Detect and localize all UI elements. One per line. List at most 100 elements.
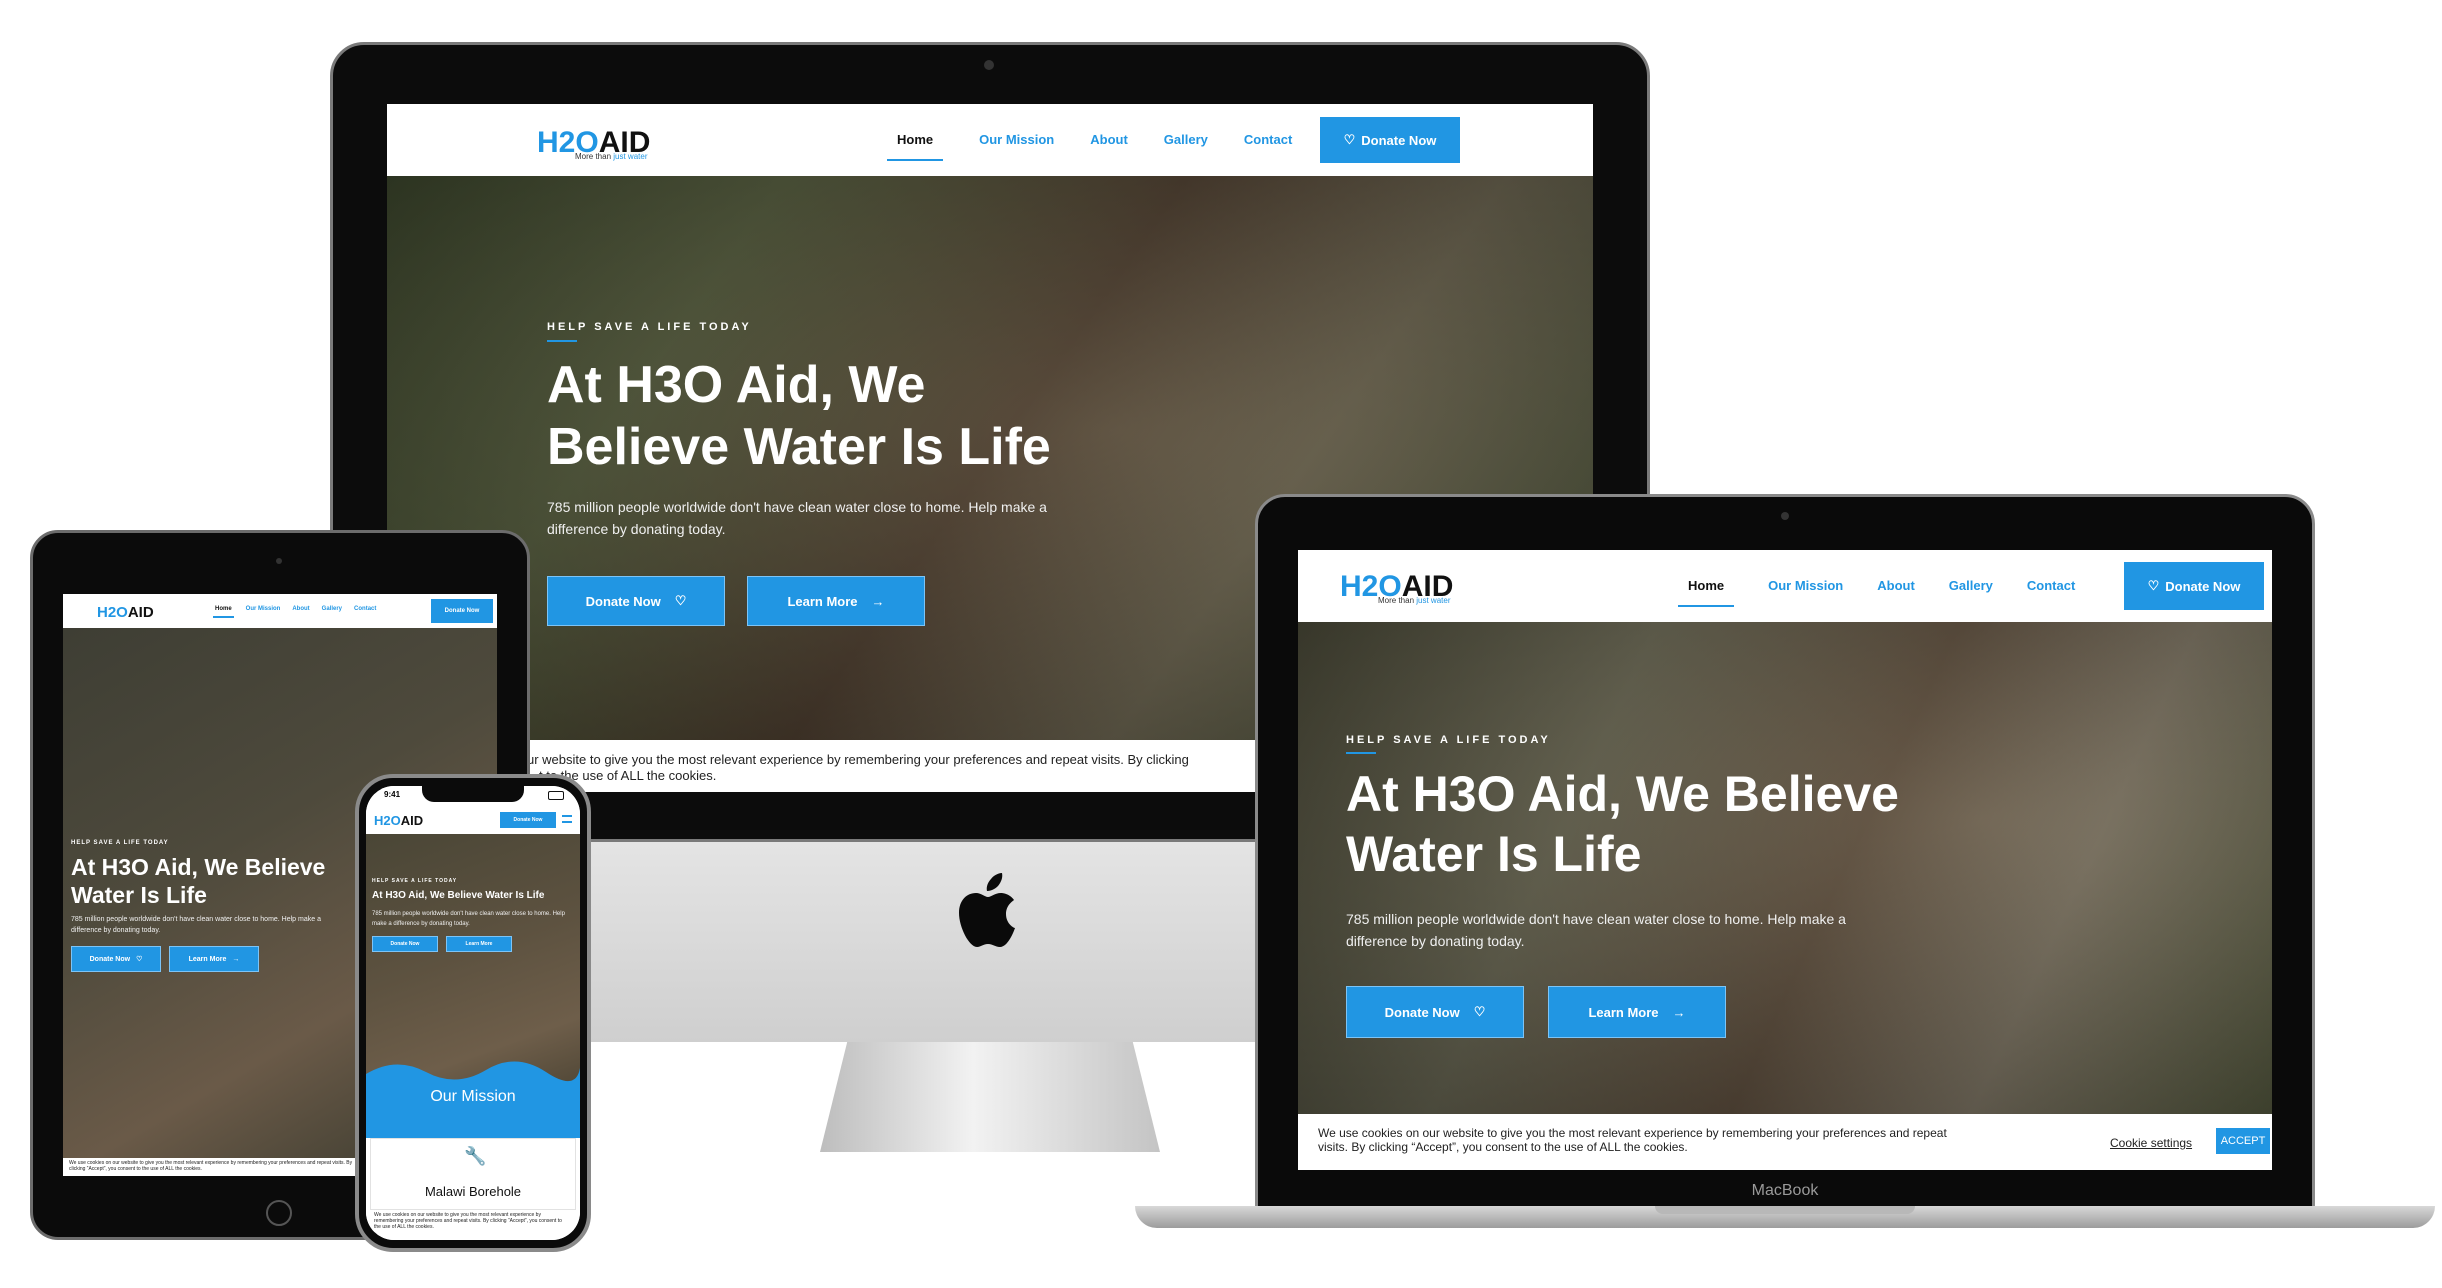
tagline-prefix: More than [1378,596,1417,605]
hero-donate-button[interactable]: Donate Now ♡ [547,576,725,626]
hero-subtext: 785 million people worldwide don't have … [71,916,321,935]
nav-donate-button[interactable]: Donate Now [500,812,556,828]
hero-eyebrow-bar [1346,752,1376,754]
site-logo[interactable]: H2O AID More than just water [1340,564,1453,605]
hero-headline: At H3O Aid, We Believe Water Is Life [372,890,545,901]
ipad-home-button[interactable] [266,1200,292,1226]
macbook: MacBook H2O AID More than just water Hom… [1135,494,2435,1234]
nav-donate-label: Donate Now [2165,578,2241,594]
macbook-screen: H2O AID More than just water Home Our Mi… [1298,550,2272,1170]
project-title: Malawi Borehole [424,1184,522,1199]
hero-headline: At H3O Aid, We Believe Water Is Life [1346,766,1899,882]
nav-donate-button[interactable]: ♡ Donate Now [2124,562,2264,610]
mission-title: Our Mission [430,1088,516,1105]
hero-headline: At H3O Aid, We Believe Water Is Life [547,356,1051,477]
logo-aid: AID [400,813,424,828]
battery-icon [548,791,564,800]
apple-logo-icon [959,873,1015,947]
imac-navlinks: Home Our Mission About Gallery Contact [887,132,1292,161]
nav-contact[interactable]: Contact [2027,578,2075,607]
nav-gallery[interactable]: Gallery [322,606,342,618]
arrow-right-icon: → [1672,1004,1686,1020]
nav-home[interactable]: Home [1678,578,1735,607]
tagline-accent: just water [1416,596,1451,605]
tagline-prefix: More than [575,152,614,161]
nav-gallery[interactable]: Gallery [1164,132,1208,161]
heart-icon: ♡ [2147,578,2160,593]
hero-donate-label: Donate Now [390,941,420,947]
macbook-notch [1655,1206,1915,1214]
heart-icon: ♡ [1343,132,1356,147]
hero-donate-button[interactable]: Donate Now [372,936,438,952]
nav-contact[interactable]: Contact [354,606,376,618]
hero-learn-label: Learn More [465,941,493,947]
heart-icon: ♡ [674,593,687,608]
nav-contact[interactable]: Contact [1244,132,1292,161]
cookie-text: We use cookies on our website to give yo… [1318,1126,1947,1155]
hero-eyebrow-bar [547,340,577,342]
ipad-navbar: H2O AID Home Our Mission About Gallery C… [63,594,497,628]
hero-learn-more-button[interactable]: Learn More → [747,576,925,626]
hero-subtext: 785 million people worldwide don't have … [1346,911,1846,950]
wrench-icon: 🔧 [464,1146,487,1166]
heart-icon: ♡ [1473,1004,1486,1019]
hero-eyebrow: HELP SAVE A LIFE TODAY [372,878,458,884]
nav-our-mission[interactable]: Our Mission [246,606,281,618]
logo-h2o: H2O [97,604,128,621]
hero-learn-label: Learn More [787,593,858,609]
iphone-notch [422,786,524,802]
nav-gallery[interactable]: Gallery [1949,578,1993,607]
iphone-hero: HELP SAVE A LIFE TODAY At H3O Aid, We Be… [366,834,580,1104]
hero-learn-more-button[interactable]: Learn More → [1548,986,1726,1038]
macbook-brand: MacBook [1751,1182,1819,1199]
hero-eyebrow: HELP SAVE A LIFE TODAY [1346,734,1551,746]
hero-donate-label: Donate Now [89,955,131,963]
hero-donate-button[interactable]: Donate Now ♡ [71,946,161,972]
hero-learn-label: Learn More [188,955,227,963]
nav-our-mission[interactable]: Our Mission [1768,578,1843,607]
nav-donate-button[interactable]: Donate Now [431,599,493,623]
nav-about[interactable]: About [292,606,309,618]
nav-donate-label: Donate Now [1361,132,1437,148]
heart-icon: ♡ [136,956,143,963]
macbook-hero: HELP SAVE A LIFE TODAY At H3O Aid, We Be… [1298,622,2272,1114]
ipad-camera [276,558,282,564]
iphone-navbar: H2O AID Donate Now [366,804,580,834]
iphone: 9:41 H2O AID Donate Now HELP SAVE A LIFE… [355,774,591,1252]
hero-learn-more-button[interactable]: Learn More → [169,946,259,972]
macbook-camera [1781,512,1789,520]
arrow-right-icon: → [232,955,240,963]
nav-home[interactable]: Home [213,606,234,618]
ipad-navlinks: Home Our Mission About Gallery Contact [213,606,376,618]
hero-subtext: 785 million people worldwide don't have … [372,911,565,927]
cookie-accept-button[interactable]: ACCEPT [2216,1128,2270,1154]
hamburger-menu-icon[interactable] [562,815,572,823]
hero-eyebrow: HELP SAVE A LIFE TODAY [71,840,169,846]
site-logo[interactable]: H2O AID [374,810,423,828]
site-logo[interactable]: H2O AID [97,601,154,621]
nav-about[interactable]: About [1090,132,1128,161]
macbook-navlinks: Home Our Mission About Gallery Contact [1678,578,2075,607]
nav-our-mission[interactable]: Our Mission [979,132,1054,161]
arrow-right-icon: → [871,593,885,609]
site-logo[interactable]: H2O AID More than just water [537,120,650,161]
tagline-accent: just water [613,152,648,161]
nav-donate-button[interactable]: ♡ Donate Now [1320,117,1460,163]
iphone-screen: 9:41 H2O AID Donate Now HELP SAVE A LIFE… [366,786,580,1240]
nav-home[interactable]: Home [887,132,944,161]
nav-donate-label: Donate Now [444,608,480,614]
status-time: 9:41 [384,790,401,799]
cookie-settings-link[interactable]: Cookie settings [2110,1136,2192,1150]
macbook-cookie-banner: We use cookies on our website to give yo… [1298,1114,2272,1170]
imac-stand [820,1042,1160,1152]
hero-learn-more-button[interactable]: Learn More [446,936,512,952]
iphone-cookie-banner: We use cookies on our website to give yo… [366,1210,580,1240]
logo-h2o: H2O [374,813,401,828]
nav-about[interactable]: About [1877,578,1915,607]
hero-donate-button[interactable]: Donate Now ♡ [1346,986,1524,1038]
hero-donate-label: Donate Now [585,593,661,609]
logo-aid: AID [127,604,154,621]
hero-headline: At H3O Aid, We Believe Water Is Life [71,854,326,908]
hero-learn-label: Learn More [1588,1004,1659,1020]
hero-eyebrow: HELP SAVE A LIFE TODAY [547,321,752,333]
